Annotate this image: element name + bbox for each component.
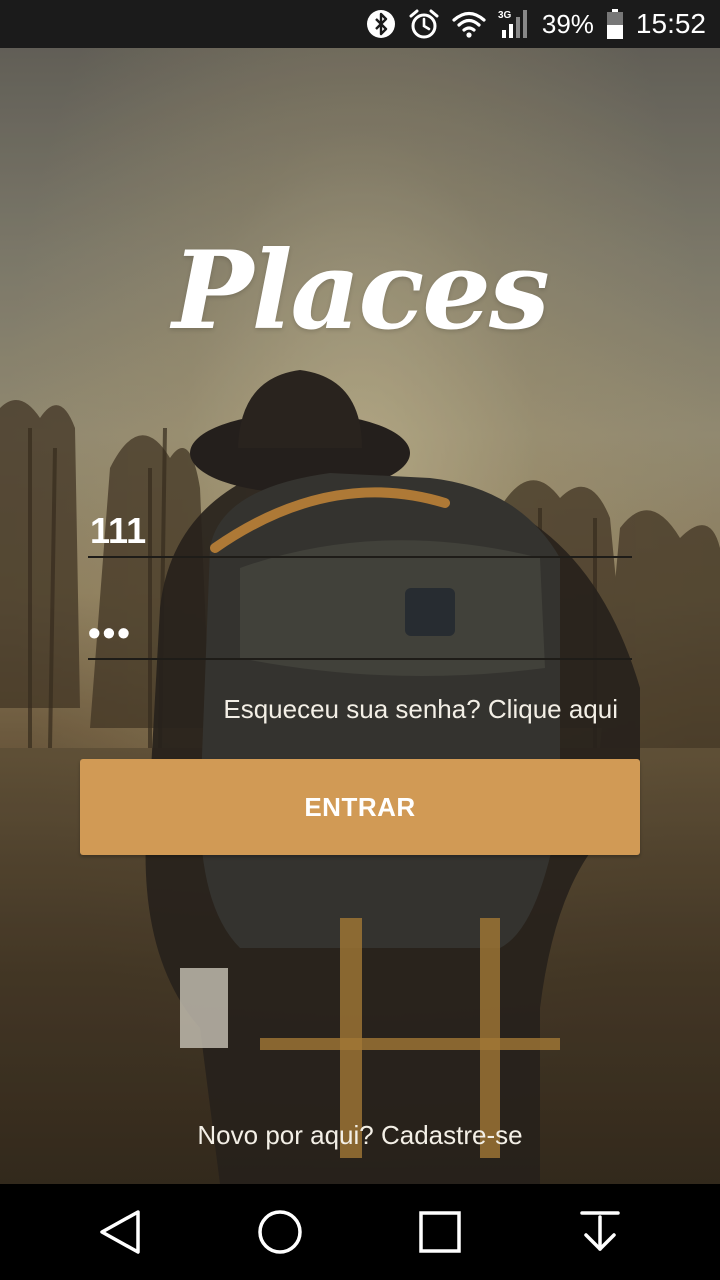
back-triangle-icon[interactable]	[80, 1192, 160, 1272]
clock: 15:52	[635, 8, 706, 39]
password-input[interactable]: •••	[88, 612, 132, 654]
password-field[interactable]: •••	[88, 608, 632, 660]
alarm-icon	[408, 8, 440, 40]
notification-pull-icon[interactable]	[560, 1192, 640, 1272]
signup-link[interactable]: Novo por aqui? Cadastre-se	[0, 1120, 720, 1151]
battery-icon	[606, 9, 624, 39]
login-button[interactable]: ENTRAR	[80, 759, 640, 855]
navigation-bar	[0, 1184, 720, 1280]
home-circle-icon[interactable]	[240, 1192, 320, 1272]
app-logo: Places	[172, 228, 550, 354]
recents-square-icon[interactable]	[400, 1192, 480, 1272]
username-input[interactable]	[88, 510, 632, 552]
signal-3g-icon: 3G	[498, 8, 530, 40]
battery-percent: 39%	[541, 8, 594, 39]
wifi-icon	[452, 10, 486, 38]
username-field[interactable]	[88, 506, 632, 558]
status-bar: 3G 39% 15:52	[0, 0, 720, 48]
forgot-password-link[interactable]: Esqueceu sua senha? Clique aqui	[223, 694, 618, 725]
network-label: 3G	[498, 10, 512, 21]
bluetooth-icon	[366, 9, 396, 39]
